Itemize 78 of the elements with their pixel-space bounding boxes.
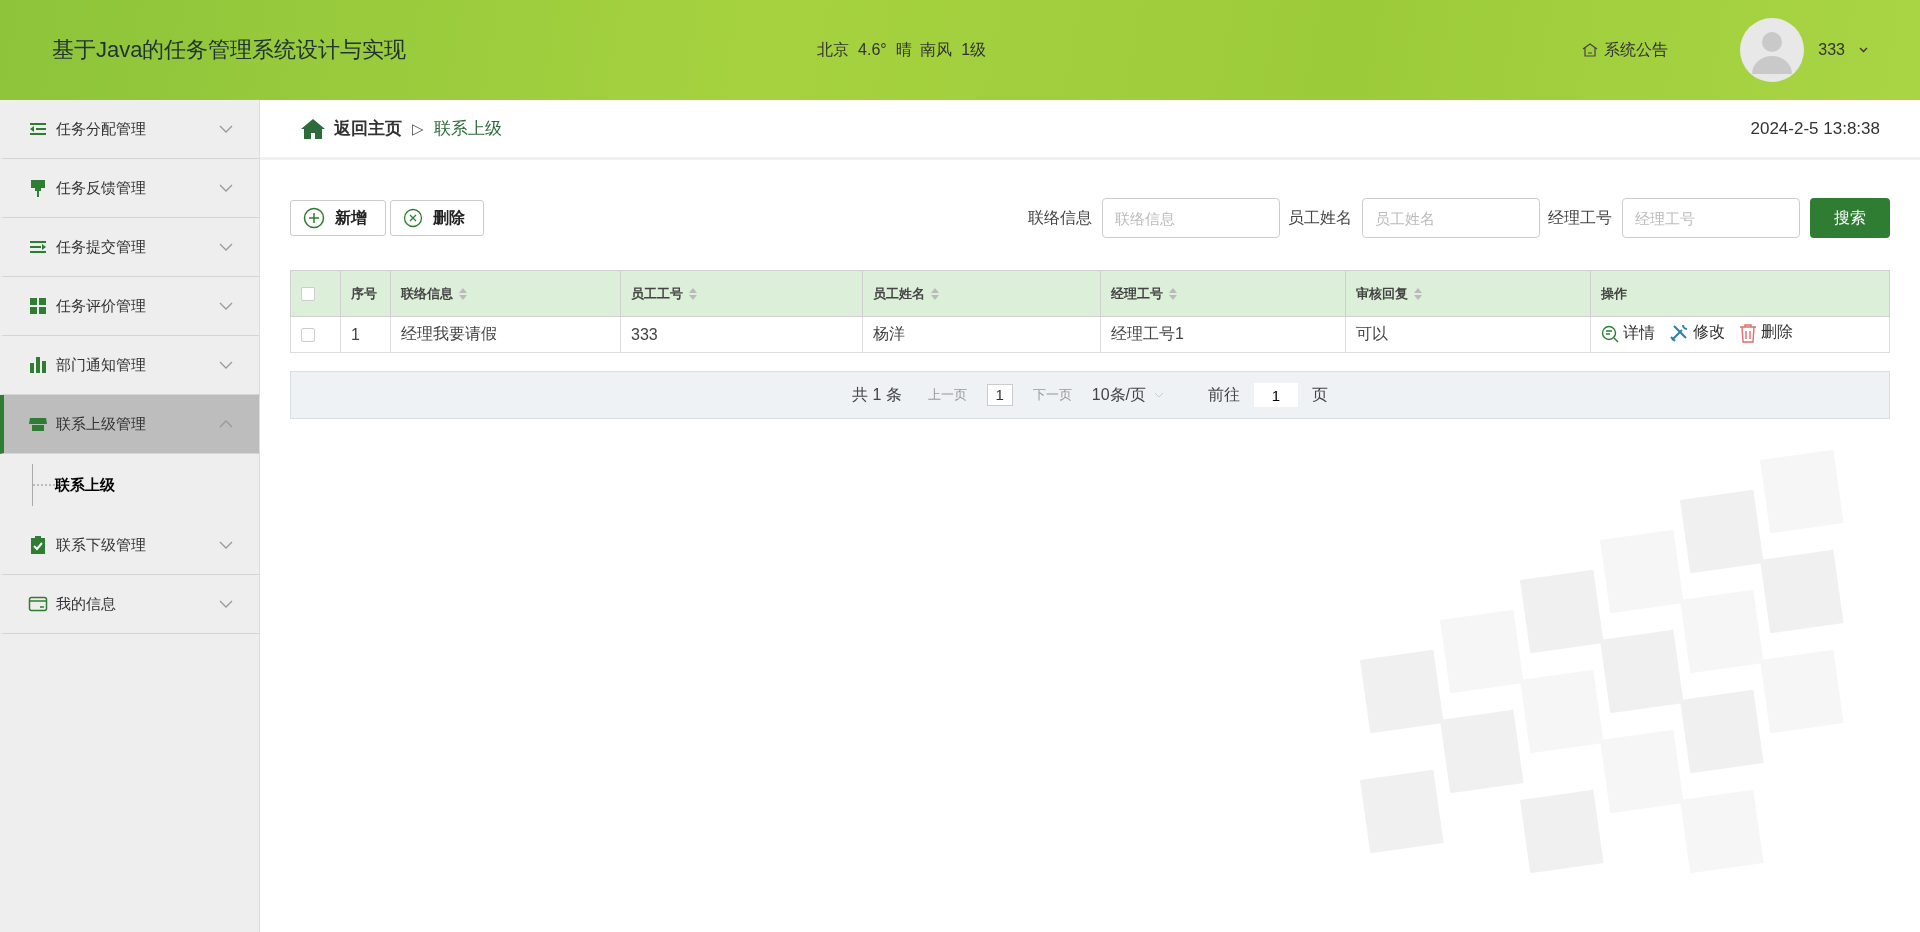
sidebar-item[interactable]: 任务反馈管理 [0,159,259,218]
breadcrumb-separator: ▷ [412,119,424,138]
tools-icon [1669,322,1689,343]
page-number[interactable]: 1 [986,384,1013,406]
search-icon [1601,324,1619,343]
chevron-down-icon [219,125,233,133]
sort-icon[interactable] [459,288,467,301]
column-header: 操作 [1601,285,1627,301]
filter-field[interactable]: 经理工号 [1622,198,1800,238]
chevron-down-icon [219,600,233,608]
sort-icon[interactable] [1414,288,1422,301]
close-circle-icon [403,208,423,228]
column-header[interactable]: 联络信息 [401,285,453,301]
delete-link[interactable]: 删除 [1739,322,1793,344]
bar-chart-icon [28,355,48,375]
sidebar-item[interactable]: 联系上级管理 [0,395,259,454]
filter-label: 联络信息 [1028,207,1092,228]
sidebar-item[interactable]: 任务评价管理 [0,277,259,336]
table-cell: 1 [340,316,391,353]
goto-page-field[interactable]: 1 [1254,383,1298,407]
page-size-select[interactable]: 10条/页 [1091,384,1164,406]
column-header[interactable]: 审核回复 [1356,285,1408,301]
notice-link[interactable]: 系统公告 [1582,39,1669,61]
submenu-item[interactable]: 联系上级 [55,475,115,495]
sidebar-item[interactable]: 我的信息 [0,575,259,634]
sidebar-item[interactable]: 任务分配管理 [0,100,259,159]
edit-link[interactable]: 修改 [1669,322,1725,344]
plus-circle-icon [303,207,325,229]
trash-icon [1739,322,1757,343]
grid-icon [28,296,48,316]
add-button[interactable]: 新增 [290,200,386,236]
breadcrumb-current: 联系上级 [433,118,503,140]
table-cell: 可以 [1345,316,1591,353]
table-cell: 333 [620,316,863,353]
chevron-up-icon [219,420,233,428]
filter-label: 员工姓名 [1288,207,1352,228]
chevron-down-icon [1154,392,1164,398]
datetime-text: 2024-2-5 13:8:38 [1750,118,1880,139]
clipboard-check-icon [28,535,48,555]
app-title: 基于Java的任务管理系统设计与实现 [52,36,408,64]
filter-field[interactable]: 联络信息 [1102,198,1280,238]
sidebar-item[interactable]: 联系下级管理 [0,516,259,575]
select-all-checkbox[interactable] [301,287,315,302]
detail-link[interactable]: 详情 [1601,323,1655,345]
chevron-down-icon [219,541,233,549]
table-cell: 杨洋 [862,316,1101,353]
column-header[interactable]: 员工工号 [631,285,683,301]
home-icon [1582,43,1599,57]
sort-icon[interactable] [931,288,939,301]
brush-icon [28,178,48,198]
weather-text: 北京 4.6° 晴 南风 1级 [817,39,988,60]
filter-field[interactable]: 员工姓名 [1362,198,1540,238]
filter-label: 经理工号 [1548,207,1612,228]
search-button[interactable]: 搜索 [1810,198,1890,238]
row-checkbox[interactable] [301,328,315,343]
page-unit-label: 页 [1312,384,1328,405]
column-header: 序号 [351,285,377,301]
home-icon[interactable] [300,117,326,140]
delete-button[interactable]: 删除 [390,200,484,236]
chevron-down-icon [219,184,233,192]
column-header[interactable]: 员工姓名 [873,285,925,301]
table-cell: 经理我要请假 [390,316,621,353]
card-icon [28,594,48,614]
tree-connector-icon [33,484,55,486]
total-count: 共 1 条 [851,384,902,405]
caret-icon [1859,47,1868,53]
avatar-icon [1740,18,1805,82]
chevron-down-icon [219,243,233,251]
home-link[interactable]: 返回主页 [334,117,402,140]
chevron-down-icon [219,361,233,369]
table-cell: 经理工号1 [1100,316,1346,353]
user-menu[interactable]: 333 [1740,18,1868,82]
sort-icon[interactable] [689,288,697,301]
chevron-down-icon [219,302,233,310]
column-header[interactable]: 经理工号 [1111,285,1163,301]
sidebar-item[interactable]: 任务提交管理 [0,218,259,277]
goto-label: 前往 [1208,384,1240,405]
sort-icon[interactable] [1169,288,1177,301]
